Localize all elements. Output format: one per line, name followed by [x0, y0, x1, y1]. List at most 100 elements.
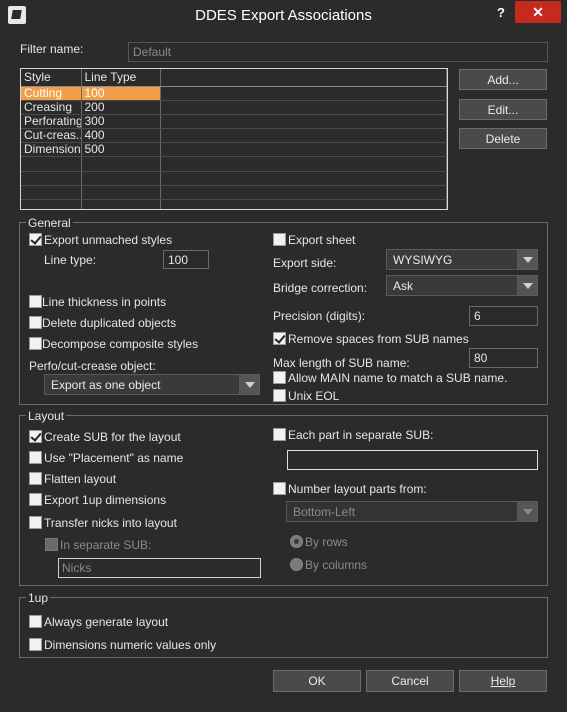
close-icon[interactable]: ✕ [515, 1, 561, 23]
column-header-line-type[interactable]: Line Type [81, 69, 162, 87]
edit-button[interactable]: Edit... [459, 99, 547, 120]
use-placement-label: Use "Placement" as name [44, 451, 184, 465]
delete-duplicated-label: Delete duplicated objects [42, 316, 177, 330]
table-row[interactable]: Creasing 200 [21, 100, 447, 115]
cell-style: Cut-creas... [21, 128, 82, 144]
column-header-empty [160, 69, 447, 87]
styles-table[interactable]: Style Line Type Cutting 100 Creasing 200… [20, 68, 448, 210]
cell-line-type: 400 [81, 128, 162, 144]
add-button[interactable]: Add... [459, 69, 547, 90]
unix-eol-label: Unix EOL [288, 389, 340, 403]
max-length-input[interactable] [469, 348, 538, 368]
delete-button[interactable]: Delete [459, 128, 547, 149]
export-unmatched-checkbox[interactable] [29, 233, 42, 246]
use-placement-checkbox[interactable] [29, 451, 42, 464]
filter-name-label: Filter name: [20, 42, 84, 56]
always-generate-checkbox[interactable] [29, 615, 42, 628]
remove-spaces-checkbox[interactable] [273, 332, 286, 345]
cell-line-type: 200 [81, 100, 162, 115]
window-title: DDES Export Associations [195, 7, 372, 24]
in-separate-sub-checkbox[interactable] [45, 538, 58, 551]
create-sub-label: Create SUB for the layout [44, 430, 181, 444]
table-row[interactable]: Dimensions 500 [21, 142, 447, 158]
each-part-checkbox[interactable] [273, 428, 286, 441]
table-empty-row [21, 171, 447, 186]
number-parts-label: Number layout parts from: [288, 482, 427, 496]
perfo-label: Perfo/cut-crease object: [29, 359, 156, 373]
table-row[interactable]: Cutting 100 [21, 86, 447, 101]
unix-eol-checkbox[interactable] [273, 389, 286, 402]
chevron-down-icon [517, 502, 537, 521]
chevron-down-icon [517, 276, 537, 295]
dimensions-numeric-checkbox[interactable] [29, 638, 42, 651]
line-type-input[interactable] [163, 250, 209, 269]
precision-input[interactable] [469, 306, 538, 326]
number-from-select[interactable]: Bottom-Left [286, 501, 538, 522]
table-empty-row [21, 185, 447, 201]
cell-line-type: 500 [81, 142, 162, 158]
by-columns-label: By columns [305, 558, 368, 572]
perfo-select-value: Export as one object [51, 378, 161, 392]
cell-style: Cutting [21, 86, 82, 101]
bridge-correction-label: Bridge correction: [273, 281, 368, 295]
export-side-select[interactable]: WYSIWYG [386, 249, 538, 270]
always-generate-label: Always generate layout [44, 615, 169, 629]
bridge-correction-select[interactable]: Ask [386, 275, 538, 296]
flatten-layout-checkbox[interactable] [29, 472, 42, 485]
nicks-input[interactable] [58, 558, 261, 578]
table-header: Style Line Type [21, 69, 447, 87]
export-side-value: WYSIWYG [393, 253, 453, 267]
allow-main-label: Allow MAIN name to match a SUB name. [288, 371, 508, 385]
export-unmatched-label: Export unmached styles [44, 233, 173, 247]
export-1up-label: Export 1up dimensions [44, 493, 167, 507]
flatten-layout-label: Flatten layout [44, 472, 117, 486]
dimensions-numeric-label: Dimensions numeric values only [44, 638, 217, 652]
table-row[interactable]: Cut-creas... 400 [21, 128, 447, 144]
cancel-button[interactable]: Cancel [366, 670, 454, 692]
oneup-group-title: 1up [26, 591, 51, 605]
transfer-nicks-checkbox[interactable] [29, 516, 42, 529]
each-part-input[interactable] [287, 450, 538, 470]
ok-button[interactable]: OK [273, 670, 361, 692]
remove-spaces-label: Remove spaces from SUB names [288, 332, 469, 346]
column-header-style[interactable]: Style [21, 69, 82, 87]
line-thickness-label: Line thickness in points [42, 295, 167, 309]
allow-main-checkbox[interactable] [273, 371, 286, 384]
by-columns-radio[interactable] [290, 558, 303, 571]
table-empty-row [21, 156, 447, 172]
layout-group-title: Layout [26, 409, 67, 423]
export-sheet-checkbox[interactable] [273, 233, 286, 246]
transfer-nicks-label: Transfer nicks into layout [44, 516, 177, 530]
cell-line-type: 100 [81, 86, 162, 101]
line-thickness-checkbox[interactable] [29, 295, 42, 308]
cell-style: Creasing [21, 100, 82, 115]
delete-duplicated-checkbox[interactable] [29, 316, 42, 329]
in-separate-sub-label: In separate SUB: [60, 538, 152, 552]
export-sheet-label: Export sheet [288, 233, 356, 247]
help-icon[interactable]: ? [497, 5, 505, 20]
help-button[interactable]: Help [459, 670, 547, 692]
table-row[interactable]: Perforating 300 [21, 114, 447, 130]
decompose-checkbox[interactable] [29, 337, 42, 350]
chevron-down-icon [239, 375, 259, 394]
bridge-correction-value: Ask [393, 279, 414, 293]
cell-style: Dimensions [21, 142, 82, 158]
each-part-label: Each part in separate SUB: [288, 428, 434, 442]
max-length-label: Max length of SUB name: [273, 356, 410, 370]
export-side-label: Export side: [273, 256, 337, 270]
by-rows-radio[interactable] [290, 535, 303, 548]
number-from-value: Bottom-Left [293, 505, 356, 519]
line-type-label: Line type: [44, 253, 97, 267]
decompose-label: Decompose composite styles [42, 337, 199, 351]
cell-style: Perforating [21, 114, 82, 130]
filter-name-input[interactable] [128, 42, 548, 62]
precision-label: Precision (digits): [273, 309, 366, 323]
create-sub-checkbox[interactable] [29, 430, 42, 443]
by-rows-label: By rows [305, 535, 348, 549]
chevron-down-icon [517, 250, 537, 269]
perfo-select[interactable]: Export as one object [44, 374, 260, 395]
export-1up-checkbox[interactable] [29, 493, 42, 506]
number-parts-checkbox[interactable] [273, 482, 286, 495]
general-group-title: General [26, 216, 73, 230]
cell-line-type: 300 [81, 114, 162, 130]
